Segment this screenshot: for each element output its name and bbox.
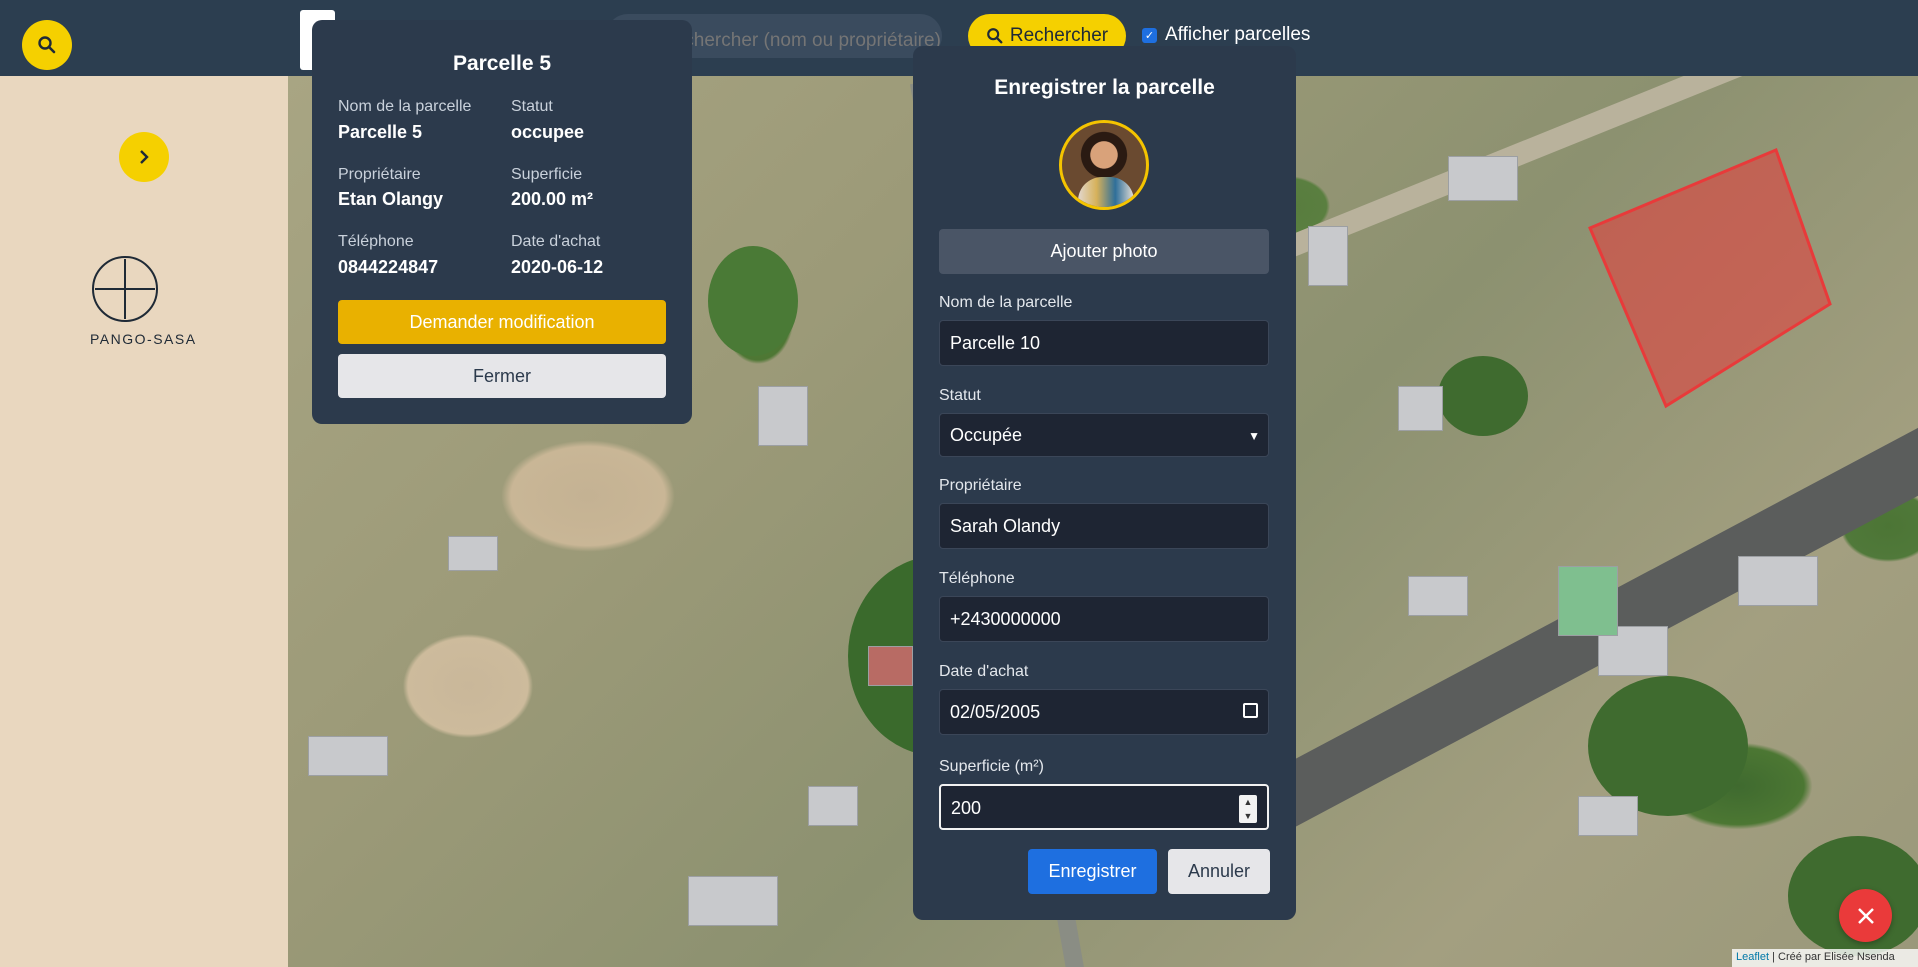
parcel-info-card: Parcelle 5 Nom de la parcelle Parcelle 5…: [312, 20, 692, 424]
parcel-polygon[interactable]: [1578, 76, 1918, 416]
field-label: Propriétaire: [338, 166, 421, 183]
map-trees: [708, 246, 798, 356]
field-value: occupee: [511, 122, 585, 142]
phone-label: Téléphone: [939, 570, 1015, 587]
field-value: 2020-06-12: [511, 257, 604, 277]
sidebar-expand-button[interactable]: [119, 132, 169, 182]
request-modification-button[interactable]: Demander modification: [338, 300, 666, 344]
area-value: 200: [951, 798, 982, 818]
map-building: [1408, 576, 1468, 616]
phone-input[interactable]: +2430000000: [939, 596, 1269, 642]
show-parcels-label: Afficher parcelles: [1165, 24, 1311, 45]
area-input[interactable]: 200 ▲ ▼: [939, 784, 1269, 830]
close-fab-button[interactable]: [1839, 889, 1892, 942]
owner-input[interactable]: Sarah Olandy: [939, 503, 1269, 549]
leaflet-link[interactable]: Leaflet: [1736, 951, 1769, 963]
field-label: Date d'achat: [511, 233, 601, 250]
save-button[interactable]: Enregistrer: [1028, 849, 1157, 894]
field-label: Superficie: [511, 166, 583, 183]
map-trees: [1588, 676, 1748, 816]
search-icon: [987, 28, 1003, 44]
field-label: Téléphone: [338, 233, 414, 250]
search-icon: [38, 36, 56, 54]
info-card-title: Parcelle 5: [452, 52, 552, 75]
map-building: [448, 536, 498, 571]
calendar-icon[interactable]: [1243, 703, 1258, 718]
show-parcels-checkbox[interactable]: ✓: [1142, 27, 1157, 43]
date-label: Date d'achat: [939, 663, 1029, 680]
map-building: [1398, 386, 1443, 431]
map-highway: [1188, 393, 1918, 869]
map-building: [1578, 796, 1638, 836]
logo-text: PANGO-SASA: [90, 331, 197, 347]
stepper-down-icon[interactable]: ▼: [1244, 811, 1253, 821]
form-title: Enregistrer la parcelle: [994, 76, 1215, 99]
owner-avatar: [1059, 120, 1149, 210]
field-value: Etan Olangy: [338, 189, 444, 209]
status-label: Statut: [939, 387, 981, 404]
field-label: Statut: [511, 98, 553, 115]
search-toggle-button[interactable]: [22, 20, 72, 70]
map-building: [1738, 556, 1818, 606]
field-value: Parcelle 5: [338, 122, 423, 142]
owner-label: Propriétaire: [939, 477, 1022, 494]
map-trees: [1438, 356, 1528, 436]
cancel-button[interactable]: Annuler: [1168, 849, 1270, 894]
chevron-down-icon: ▼: [1248, 429, 1260, 443]
map-building: [808, 786, 858, 826]
map-building: [1558, 566, 1618, 636]
sidebar: PANGO-SASA: [0, 76, 288, 967]
plus-circle-icon: [92, 256, 158, 322]
close-info-button[interactable]: Fermer: [338, 354, 666, 398]
field-value: 0844224847: [338, 257, 439, 277]
map-building: [688, 876, 778, 926]
map-building: [758, 386, 808, 446]
map-building: [868, 646, 913, 686]
status-select[interactable]: Occupée ▼: [939, 413, 1269, 457]
show-parcels-toggle[interactable]: ✓ Afficher parcelles: [1142, 24, 1310, 46]
status-selected: Occupée: [950, 425, 1023, 445]
date-input[interactable]: 02/05/2005: [939, 689, 1269, 735]
number-stepper[interactable]: ▲ ▼: [1239, 795, 1257, 823]
map-building: [308, 736, 388, 776]
add-photo-button[interactable]: Ajouter photo: [939, 229, 1269, 274]
close-icon: [1857, 907, 1874, 924]
field-label: Nom de la parcelle: [338, 98, 472, 115]
attribution-text: | Créé par Elisée Nsenda: [1769, 951, 1895, 963]
avatar-photo: [1078, 177, 1134, 207]
map-attribution: Leaflet | Créé par Elisée Nsenda: [1732, 949, 1918, 967]
map-building: [1448, 156, 1518, 201]
parcel-name-input[interactable]: Parcelle 10: [939, 320, 1269, 366]
register-parcel-form: Enregistrer la parcelle Ajouter photo No…: [913, 46, 1296, 920]
search-button-label: Rechercher: [1009, 25, 1109, 46]
map-building: [1308, 226, 1348, 286]
stepper-up-icon[interactable]: ▲: [1244, 797, 1253, 807]
field-value: 200.00 m²: [511, 189, 594, 209]
area-label: Superficie (m²): [939, 758, 1044, 775]
parcel-name-label: Nom de la parcelle: [939, 294, 1073, 311]
date-value: 02/05/2005: [950, 702, 1041, 722]
chevron-right-icon: [140, 150, 149, 164]
